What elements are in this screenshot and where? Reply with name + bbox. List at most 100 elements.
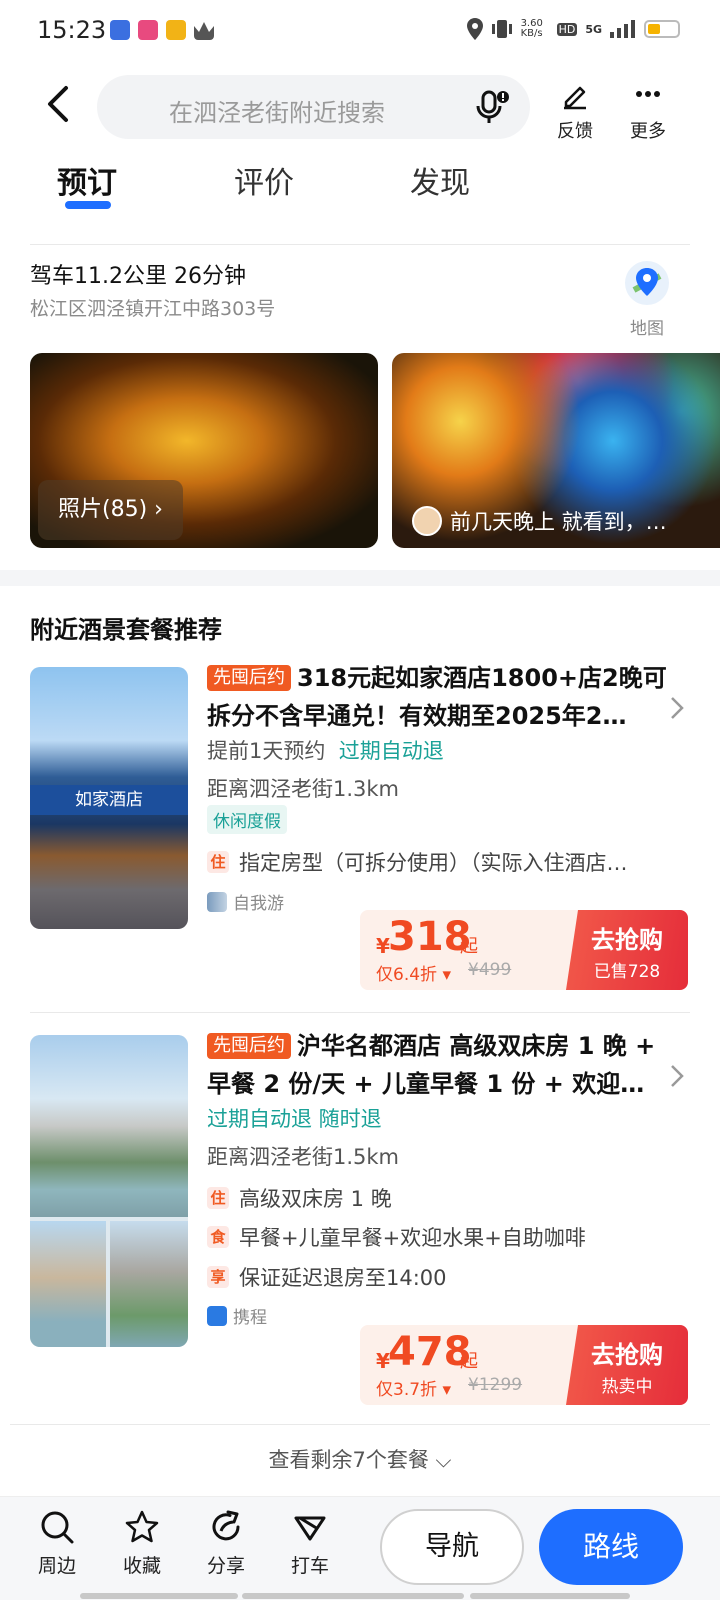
perk-text: 高级双床房 1 晚	[239, 1187, 392, 1211]
feedback-button[interactable]: 反馈	[545, 80, 605, 143]
hotel-photo	[30, 1221, 106, 1347]
source-logo-icon	[207, 891, 227, 912]
gesture-bar	[242, 1593, 464, 1599]
tab-reviews[interactable]: 评价	[234, 158, 294, 202]
divider	[10, 1424, 710, 1425]
favorite-label: 收藏	[122, 1555, 161, 1577]
divider	[30, 1012, 690, 1013]
review-photo-thumbnail[interactable]: 前几天晚上 就看到，…	[392, 353, 720, 548]
feedback-label: 反馈	[557, 121, 593, 142]
perk-text: 指定房型（可拆分使用）（实际入住酒店…	[239, 851, 628, 875]
location-icon	[466, 18, 483, 40]
battery-icon	[644, 20, 680, 38]
voice-search-icon[interactable]	[474, 89, 510, 125]
nearby-button[interactable]: 周边	[27, 1509, 87, 1578]
perk-key: 住	[207, 1187, 229, 1209]
distance: 距离泗泾老街1.5km	[207, 1145, 400, 1169]
review-snippet: 前几天晚上 就看到，…	[412, 506, 667, 536]
hotel-thumbnail: 如家酒店	[30, 667, 188, 929]
gesture-bar	[470, 1593, 630, 1599]
photo-count: 照片(85)	[58, 497, 148, 522]
discount: 仅6.4折 ▾	[376, 965, 451, 985]
system-icons: 3.60 KB/s HD 5G	[466, 18, 680, 40]
hd-badge: HD	[556, 22, 578, 36]
navigate-button[interactable]: 导航	[380, 1509, 524, 1585]
photo-gallery-thumbnail[interactable]: 照片(85) ›	[30, 353, 378, 548]
star-icon	[125, 1510, 159, 1543]
price-from: 起	[460, 1351, 478, 1372]
price-panel: ¥ 478 起 仅3.7折 ▾ ¥1299	[360, 1325, 580, 1405]
discount: 仅3.7折 ▾	[376, 1380, 451, 1400]
more-dots-icon	[636, 91, 660, 97]
sold-count: 已售728	[593, 962, 661, 982]
avatar	[412, 506, 442, 536]
package-title: 先囤后约 318元起如家酒店1800+店2晚可拆分不含早通兑！有效期至2025年2…	[207, 659, 667, 735]
favorite-button[interactable]: 收藏	[112, 1509, 172, 1578]
price-box[interactable]: ¥ 478 起 仅3.7折 ▾ ¥1299 去抢购 热卖中	[360, 1325, 688, 1405]
screen: { "status": { "time": "15:23", "net_spee…	[0, 0, 720, 1600]
chevron-right-icon	[671, 697, 684, 719]
package-title: 先囤后约 沪华名都酒店 高级双床房 1 晚 + 早餐 2 份/天 + 儿童早餐 1…	[207, 1027, 667, 1103]
source: 自我游	[207, 889, 284, 914]
perk-stay: 住 指定房型（可拆分使用）（实际入住酒店…	[207, 847, 628, 877]
share-icon	[212, 1510, 240, 1541]
distance: 距离泗泾老街1.3km	[207, 777, 400, 801]
buy-now-button[interactable]: 去抢购 已售728	[566, 910, 688, 990]
taxi-label: 打车	[290, 1555, 329, 1577]
source: 携程	[207, 1303, 267, 1328]
signal-icon	[610, 20, 635, 38]
taxi-icon	[294, 1516, 326, 1541]
perk-key: 享	[207, 1266, 229, 1288]
map-pin-icon	[625, 261, 669, 305]
source-name: 携程	[233, 1308, 267, 1328]
perk-key: 住	[207, 851, 229, 873]
source-name: 自我游	[233, 894, 284, 914]
photo-count-button[interactable]: 照片(85) ›	[38, 480, 183, 540]
perk-text: 早餐+儿童早餐+欢迎水果+自助咖啡	[239, 1226, 586, 1250]
status-bar: 15:23 3.60 KB/s HD 5G	[0, 0, 720, 64]
share-button[interactable]: 分享	[196, 1509, 256, 1578]
perk-stay: 住 高级双床房 1 晚	[207, 1183, 392, 1213]
chevron-right-icon	[671, 1065, 684, 1087]
search-input[interactable]: 在泗泾老街附近搜索	[97, 75, 530, 139]
tab-discover[interactable]: 发现	[410, 158, 470, 202]
crown-icon	[194, 22, 214, 40]
original-price: ¥1299	[468, 1375, 523, 1395]
map-button[interactable]: 地图	[624, 260, 670, 339]
search-placeholder: 在泗泾老街附近搜索	[169, 99, 385, 127]
app-notification-icon	[166, 20, 186, 40]
more-button[interactable]: 更多	[618, 80, 678, 143]
hotel-sign: 如家酒店	[30, 785, 188, 815]
price-from: 起	[460, 936, 478, 957]
booking-rules: 提前1天预约 过期自动退	[207, 735, 444, 765]
presale-badge: 先囤后约	[207, 1033, 291, 1059]
view-more-packages-button[interactable]: 查看剩余7个套餐 ⌵	[0, 1444, 720, 1474]
price-amount: 318	[388, 914, 472, 960]
tab-indicator	[65, 201, 111, 209]
address: 松江区泗泾镇开江中路303号	[30, 298, 276, 320]
review-text: 前几天晚上 就看到，…	[450, 510, 667, 534]
perk-food: 食 早餐+儿童早餐+欢迎水果+自助咖啡	[207, 1222, 586, 1252]
chevron-right-icon: ›	[154, 497, 163, 522]
price-box[interactable]: ¥ 318 起 仅6.4折 ▾ ¥499 去抢购 已售728	[360, 910, 688, 990]
presale-badge: 先囤后约	[207, 665, 291, 691]
route-button[interactable]: 路线	[539, 1509, 683, 1585]
perk-key: 食	[207, 1226, 229, 1248]
gesture-bar	[80, 1593, 238, 1599]
buy-label: 去抢购	[591, 1341, 663, 1369]
vibrate-icon	[491, 20, 512, 38]
section-separator	[0, 570, 720, 586]
search-icon	[41, 1511, 74, 1544]
ctrip-logo-icon	[207, 1305, 227, 1326]
sales-status: 热卖中	[601, 1377, 653, 1397]
back-arrow-icon[interactable]	[40, 84, 80, 124]
section-title: 附近酒景套餐推荐	[30, 616, 222, 644]
net-speed: 3.60 KB/s	[520, 18, 543, 39]
buy-now-button[interactable]: 去抢购 热卖中	[566, 1325, 688, 1405]
category-tag: 休闲度假	[207, 805, 287, 834]
price-amount: 478	[388, 1329, 472, 1375]
refund-policy: 过期自动退 随时退	[207, 1107, 382, 1131]
tab-booking[interactable]: 预订	[57, 158, 117, 202]
taxi-button[interactable]: 打车	[280, 1509, 340, 1578]
bottom-bar: 周边 收藏 分享 打车 导航 路线	[0, 1496, 720, 1600]
